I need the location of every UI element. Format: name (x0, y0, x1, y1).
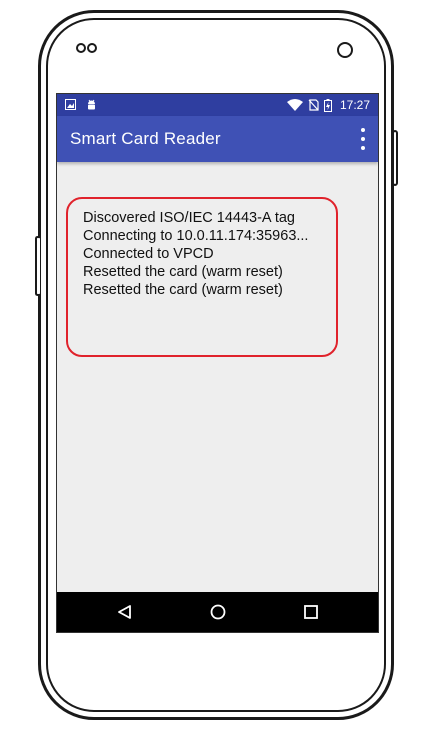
front-camera (337, 42, 353, 58)
android-debug-icon (88, 99, 95, 110)
navigation-bar (57, 592, 378, 632)
log-line: Resetted the card (warm reset) (83, 264, 283, 280)
phone-screen: 17:27 Smart Card Reader Discovered ISO/I… (56, 93, 379, 633)
battery-charging-icon (323, 98, 332, 112)
power-button (392, 130, 398, 186)
image-notification-icon (65, 99, 76, 110)
wifi-icon (286, 99, 303, 111)
log-line: Connected to VPCD (83, 246, 214, 262)
back-button[interactable] (100, 592, 150, 632)
status-time: 17:27 (339, 98, 370, 112)
back-icon (118, 605, 131, 619)
status-bar: 17:27 (57, 94, 378, 116)
home-icon (210, 604, 226, 620)
app-title: Smart Card Reader (70, 129, 221, 148)
no-sim-icon (308, 99, 319, 111)
overflow-menu-icon[interactable] (358, 128, 368, 150)
home-button[interactable] (193, 592, 243, 632)
recents-button[interactable] (286, 592, 336, 632)
log-line: Discovered ISO/IEC 14443-A tag (83, 210, 295, 226)
log-output: Discovered ISO/IEC 14443-A tag Connectin… (83, 209, 308, 299)
log-line: Connecting to 10.0.11.174:35963... (83, 228, 309, 244)
log-line: Resetted the card (warm reset) (83, 282, 283, 298)
volume-button (35, 236, 40, 296)
app-bar: Smart Card Reader (57, 116, 378, 162)
recents-icon (304, 605, 318, 619)
speaker-dots (76, 43, 102, 55)
